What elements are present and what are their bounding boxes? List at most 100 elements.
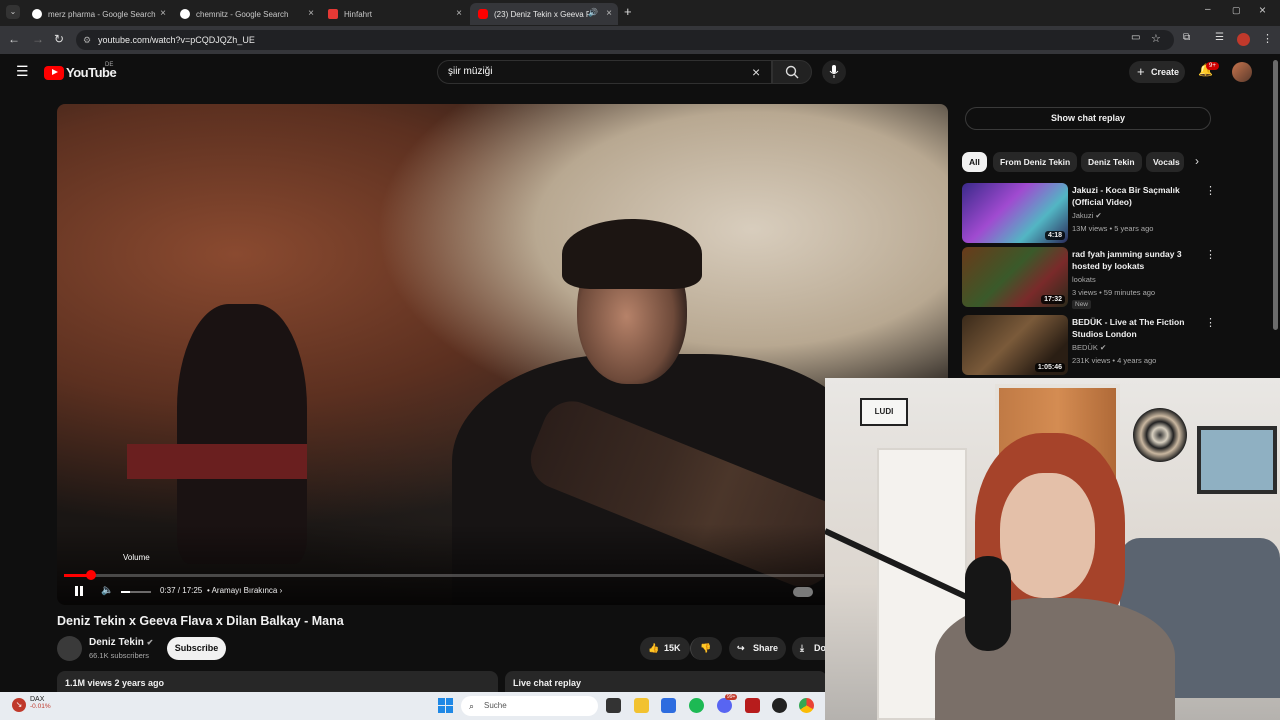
store-icon[interactable]: [661, 698, 676, 713]
webcam-streamer-face: [1000, 473, 1095, 598]
audio-icon[interactable]: 🔊: [588, 8, 598, 17]
ticker-name: DAX: [30, 696, 45, 703]
chapter-button[interactable]: • Aramayı Bırakınca ›: [207, 586, 282, 595]
time-display: 0:37 / 17:25: [160, 586, 203, 595]
tab-youtube-active[interactable]: (23) Deniz Tekin x Geeva Fla 🔊 ×: [470, 3, 618, 25]
share-button[interactable]: ↪ Share: [729, 637, 786, 660]
chapter-title: • Aramayı Bırakınca: [207, 586, 278, 595]
voice-search-button[interactable]: [822, 60, 846, 84]
channel-avatar[interactable]: [57, 636, 82, 661]
new-tab-button[interactable]: +: [624, 4, 632, 19]
like-button[interactable]: 👍 15K: [640, 637, 690, 660]
more-options-icon[interactable]: ⋮: [1205, 184, 1216, 197]
close-icon[interactable]: ×: [160, 8, 166, 19]
microphone-icon: [829, 65, 839, 78]
share-label: Share: [753, 643, 779, 653]
recommendation-item[interactable]: 17:32 rad fyah jamming sunday 3 hosted b…: [962, 247, 1262, 309]
chip-all[interactable]: All: [962, 152, 987, 172]
bookmark-star-icon[interactable]: ☆: [1151, 32, 1161, 45]
volume-slider[interactable]: [121, 591, 151, 593]
chrome-icon[interactable]: [799, 698, 814, 713]
show-chat-replay-button[interactable]: Show chat replay: [965, 107, 1211, 130]
tab-hinfahrt[interactable]: Hinfahrt ×: [320, 3, 468, 25]
maximize-icon[interactable]: ▢: [1232, 5, 1241, 16]
subscriber-count: 66.1K subscribers: [89, 651, 150, 660]
forward-icon[interactable]: →: [32, 32, 44, 46]
windows-taskbar: DAX -0.01% ↘ ⌕ Suche 99+: [0, 692, 825, 720]
verified-icon: ✔: [146, 638, 154, 647]
download-button[interactable]: ⤓ Do: [792, 637, 826, 660]
minimize-icon[interactable]: –: [1205, 4, 1211, 15]
chip-vocals[interactable]: Vocals: [1146, 152, 1184, 172]
views-and-age: 1.1M views 2 years ago: [65, 678, 165, 688]
thumbs-down-icon: 👎: [700, 643, 712, 653]
close-icon[interactable]: ×: [606, 8, 612, 19]
obs-icon[interactable]: [772, 698, 787, 713]
webcam-letter-board: LUDI: [860, 398, 908, 426]
more-options-icon[interactable]: ⋮: [1205, 248, 1216, 261]
video-thumbnail[interactable]: 4:18: [962, 183, 1068, 243]
youtube-logo[interactable]: YouTube DE: [44, 62, 117, 80]
account-avatar[interactable]: [1232, 62, 1252, 82]
discord-icon[interactable]: [717, 698, 732, 713]
search-input[interactable]: şiir müziği ×: [437, 60, 772, 84]
address-bar[interactable]: ⚙ youtube.com/watch?v=pCQDJQZh_UE: [76, 30, 1174, 50]
subscribe-button[interactable]: Subscribe: [167, 637, 226, 660]
share-icon: ↪: [737, 643, 745, 653]
tab-merz-pharma[interactable]: merz pharma - Google Search ×: [24, 3, 172, 25]
app-icon-red[interactable]: [745, 698, 760, 713]
url-text: youtube.com/watch?v=pCQDJQZh_UE: [98, 35, 255, 45]
cast-icon[interactable]: ▭: [1131, 32, 1140, 43]
extensions-icon[interactable]: ⧉: [1183, 32, 1190, 43]
hamburger-menu-icon[interactable]: ☰: [16, 63, 29, 80]
profile-icon[interactable]: [1237, 33, 1250, 46]
back-icon[interactable]: ←: [8, 32, 20, 46]
recommendation-item[interactable]: 1:05:46 BEDÜK - Live at The Fiction Stud…: [962, 315, 1262, 377]
verified-icon: ✔: [1095, 211, 1102, 220]
chevron-right-icon[interactable]: ›: [1195, 154, 1199, 168]
chip-deniz-tekin[interactable]: Deniz Tekin: [1081, 152, 1142, 172]
window-close-icon[interactable]: ×: [1259, 3, 1266, 17]
tab-chemnitz[interactable]: chemnitz - Google Search ×: [172, 3, 320, 25]
tab-search-icon[interactable]: ⌄: [6, 5, 20, 19]
create-button[interactable]: + Create: [1129, 61, 1185, 83]
dislike-button[interactable]: 👎: [690, 637, 722, 660]
task-view-icon[interactable]: [606, 698, 621, 713]
page-scrollbar[interactable]: [1273, 60, 1278, 330]
windows-start-icon[interactable]: [438, 698, 453, 713]
video-player[interactable]: Volume 🔈 0:37 / 17:25 • Aramayı Bırakınc…: [57, 104, 948, 605]
live-chat-replay-panel[interactable]: Live chat replay: [505, 671, 827, 693]
tab-search-toolbar-icon[interactable]: ☰: [1215, 32, 1224, 43]
notification-badge: 9+: [1206, 62, 1219, 70]
video-thumbnail[interactable]: 17:32: [962, 247, 1068, 307]
reload-icon[interactable]: ↻: [54, 32, 64, 46]
progress-bar[interactable]: [64, 570, 824, 580]
channel-name[interactable]: Deniz Tekin ✔: [89, 637, 153, 648]
channel-text: Jakuzi: [1072, 211, 1094, 220]
chip-from-deniz-tekin[interactable]: From Deniz Tekin: [993, 152, 1078, 172]
volume-icon[interactable]: 🔈: [101, 585, 113, 596]
recommendation-item[interactable]: 4:18 Jakuzi - Koca Bir Saçmalık (Officia…: [962, 183, 1262, 245]
stock-ticker-widget[interactable]: DAX -0.01% ↘: [12, 696, 51, 712]
description-box[interactable]: 1.1M views 2 years ago: [57, 671, 498, 693]
close-icon[interactable]: ×: [308, 8, 314, 19]
taskbar-search-input[interactable]: ⌕ Suche: [461, 696, 598, 716]
site-info-icon[interactable]: ⚙: [83, 30, 91, 50]
file-explorer-icon[interactable]: [634, 698, 649, 713]
menu-kebab-icon[interactable]: ⋮: [1262, 32, 1273, 45]
scrubber-handle[interactable]: [86, 570, 96, 580]
pause-icon[interactable]: [73, 585, 85, 597]
ticker-change: -0.01%: [30, 703, 51, 710]
autoplay-toggle[interactable]: [793, 587, 813, 597]
close-icon[interactable]: ×: [456, 8, 462, 19]
recommendation-title: rad fyah jamming sunday 3 hosted by look…: [1072, 249, 1182, 271]
clear-search-icon[interactable]: ×: [752, 61, 760, 83]
recommendation-channel: lookats: [1072, 275, 1096, 284]
country-code: DE: [105, 62, 114, 68]
spotify-icon[interactable]: [689, 698, 704, 713]
like-count: 15K: [664, 643, 681, 653]
more-options-icon[interactable]: ⋮: [1205, 316, 1216, 329]
video-thumbnail[interactable]: 1:05:46: [962, 315, 1068, 375]
search-button[interactable]: [772, 60, 812, 84]
chevron-right-icon: ›: [279, 586, 283, 595]
